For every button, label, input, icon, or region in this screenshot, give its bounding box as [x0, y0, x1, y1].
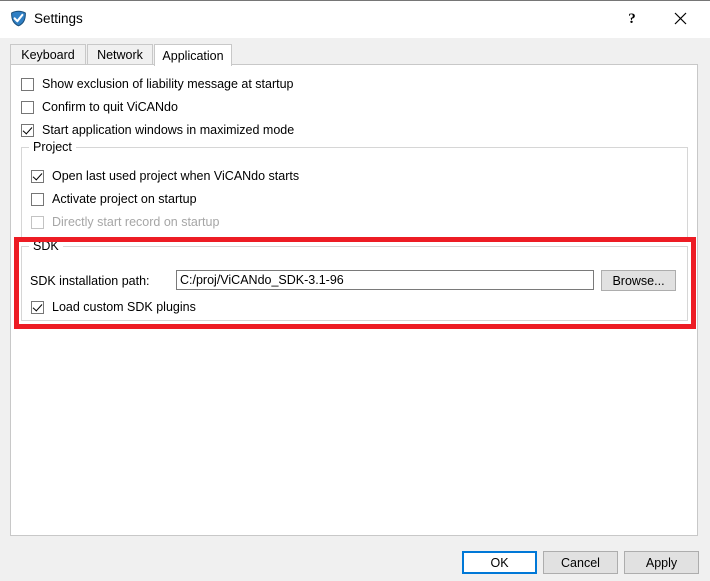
- checkbox-box: [21, 100, 34, 114]
- checkbox-box: [31, 192, 44, 206]
- question-mark-icon: ?: [628, 11, 636, 27]
- cancel-button[interactable]: Cancel: [543, 551, 618, 574]
- sdk-installation-path-label: SDK installation path:: [30, 274, 150, 288]
- checkbox-box: [21, 77, 34, 91]
- title-bar: Settings ?: [0, 1, 710, 38]
- checkbox-label: Confirm to quit ViCANdo: [42, 100, 178, 114]
- close-button[interactable]: [658, 1, 702, 38]
- checkbox-label: Show exclusion of liability message at s…: [42, 77, 294, 91]
- tab-network[interactable]: Network: [87, 44, 153, 65]
- browse-button[interactable]: Browse...: [601, 270, 676, 291]
- checkbox-label: Open last used project when ViCANdo star…: [52, 169, 300, 183]
- checkbox-box: [21, 123, 34, 137]
- project-group-title: Project: [29, 140, 76, 154]
- settings-dialog-window: Settings ? Keyboard Network Application: [0, 0, 710, 581]
- close-icon: [674, 12, 687, 28]
- tab-application[interactable]: Application: [154, 44, 232, 66]
- checkbox-label: Start application windows in maximized m…: [42, 123, 295, 137]
- checkbox-label: Load custom SDK plugins: [52, 300, 196, 314]
- ok-button[interactable]: OK: [462, 551, 537, 574]
- checkbox-confirm-to-quit[interactable]: Confirm to quit ViCANdo: [21, 100, 178, 114]
- checkbox-box: [31, 169, 44, 183]
- checkbox-box: [31, 300, 44, 314]
- checkbox-activate-project-on-startup[interactable]: Activate project on startup: [31, 192, 197, 206]
- shield-check-icon: [10, 10, 27, 27]
- sdk-group-title: SDK: [29, 239, 63, 253]
- window-title: Settings: [34, 11, 83, 26]
- checkbox-box: [31, 215, 44, 229]
- checkbox-show-exclusion-of-liability[interactable]: Show exclusion of liability message at s…: [21, 77, 294, 91]
- tab-application-label: Application: [162, 48, 224, 63]
- checkbox-label: Activate project on startup: [52, 192, 197, 206]
- tab-keyboard-label: Keyboard: [21, 48, 75, 62]
- tab-keyboard[interactable]: Keyboard: [10, 44, 86, 65]
- checkbox-directly-start-record: Directly start record on startup: [31, 215, 219, 229]
- help-button[interactable]: ?: [610, 1, 654, 38]
- sdk-installation-path-input[interactable]: [176, 270, 594, 290]
- checkbox-label: Directly start record on startup: [52, 215, 220, 229]
- checkbox-start-maximized[interactable]: Start application windows in maximized m…: [21, 123, 294, 137]
- checkbox-open-last-used-project[interactable]: Open last used project when ViCANdo star…: [31, 169, 299, 183]
- tab-bar: Keyboard Network Application: [10, 44, 698, 66]
- tab-network-label: Network: [97, 48, 143, 62]
- checkbox-load-custom-sdk-plugins[interactable]: Load custom SDK plugins: [31, 300, 196, 314]
- apply-button[interactable]: Apply: [624, 551, 699, 574]
